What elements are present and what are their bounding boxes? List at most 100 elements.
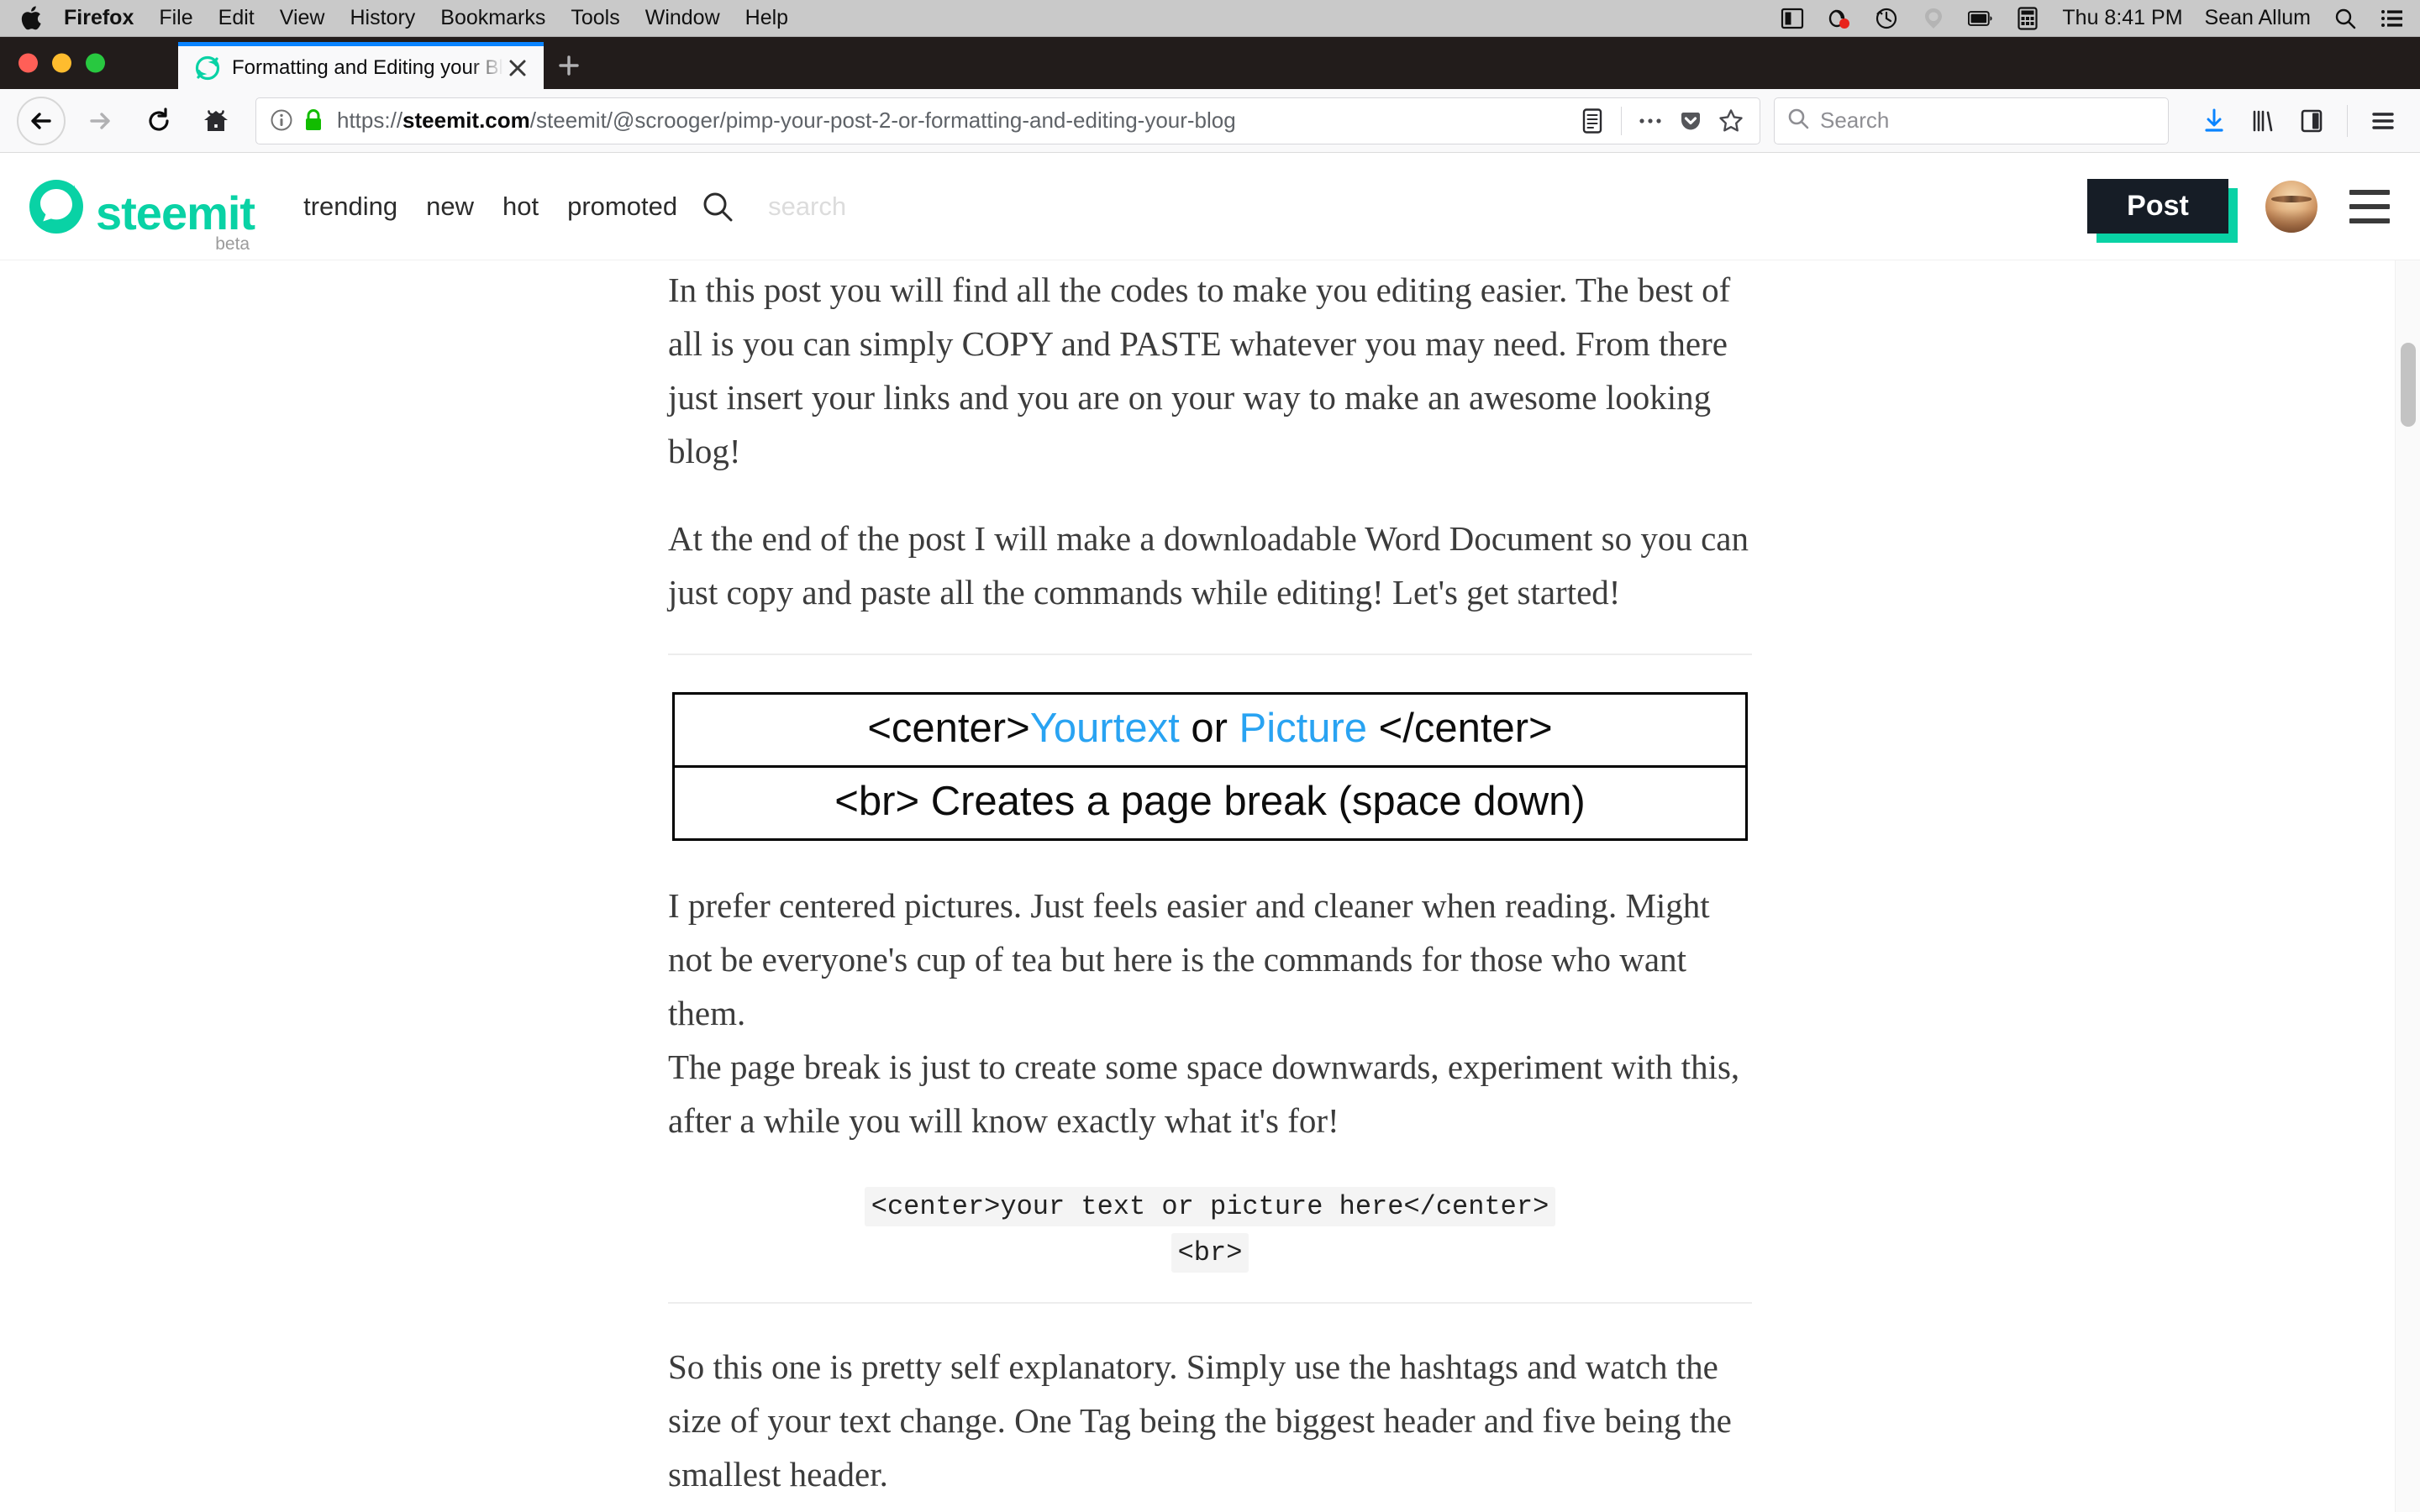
steemit-search-input[interactable]: search <box>768 192 846 222</box>
code-highlight-yourtext: Yourtext <box>1029 705 1180 751</box>
table-row: <center>Yourtext or Picture </center> <box>672 691 1748 768</box>
code-highlight-picture: Picture <box>1239 705 1368 751</box>
window-controls <box>18 53 105 73</box>
search-icon[interactable] <box>2333 6 2358 31</box>
url-scheme: https:// <box>337 108 403 133</box>
divider-1 <box>668 653 1752 655</box>
browser-tab-title: Formatting and Editing your Blo <box>232 55 503 79</box>
burger-line-2 <box>2349 203 2390 209</box>
display-mirroring-icon[interactable] <box>1780 6 1805 31</box>
url-text[interactable]: https://steemit.com/steemit/@scrooger/pi… <box>337 108 1572 134</box>
apple-logo-icon[interactable] <box>20 5 42 31</box>
menu-item-help[interactable]: Help <box>745 8 788 29</box>
record-dot-icon[interactable] <box>1827 6 1852 31</box>
menubar-username[interactable]: Sean Allum <box>2205 6 2311 30</box>
steemit-brand[interactable]: steemit beta <box>27 177 255 254</box>
steemit-brand-name: steemit <box>96 186 255 240</box>
article-body: In this post you will find all the codes… <box>668 260 1752 1502</box>
forward-button[interactable] <box>76 97 124 145</box>
steemit-beta-label: beta <box>215 234 250 254</box>
download-arrow-icon[interactable] <box>2194 101 2234 141</box>
nav-item-new[interactable]: new <box>426 192 474 222</box>
browser-nav-toolbar: https://steemit.com/steemit/@scrooger/pi… <box>0 89 2420 153</box>
window-minimize-button[interactable] <box>52 53 71 73</box>
page-viewport: In this post you will find all the codes… <box>0 260 2420 1512</box>
menu-item-history[interactable]: History <box>350 8 416 29</box>
menubar-tray: Thu 8:41 PM Sean Allum <box>1780 6 2405 31</box>
menu-item-firefox[interactable]: Firefox <box>64 8 134 29</box>
sidebar-icon[interactable] <box>2291 101 2332 141</box>
table-row: <br> Creates a page break (space down) <box>672 764 1748 841</box>
code-text-center: <center>your text or picture here</cente… <box>864 1187 1556 1227</box>
toolbar-divider <box>2347 104 2348 137</box>
info-circle-icon[interactable] <box>270 108 295 134</box>
window-zoom-button[interactable] <box>86 53 105 73</box>
code-part-3: </center> <box>1367 705 1553 751</box>
ellipsis-icon[interactable] <box>1630 101 1670 141</box>
browser-toolbar-right <box>2186 101 2403 141</box>
avatar-shading <box>2265 208 2317 233</box>
pocket-icon[interactable] <box>1670 101 1711 141</box>
reload-icon <box>149 107 169 131</box>
list-menu-icon[interactable] <box>2380 6 2405 31</box>
battery-icon[interactable] <box>1968 6 1993 31</box>
arrow-right-icon <box>90 112 110 129</box>
home-button[interactable] <box>192 97 240 145</box>
hamburger-menu-icon[interactable] <box>2363 101 2403 141</box>
url-actions-divider <box>1621 106 1622 135</box>
menubar-clock[interactable]: Thu 8:41 PM <box>2062 6 2182 30</box>
reader-view-icon[interactable] <box>1572 101 1612 141</box>
menu-item-bookmarks[interactable]: Bookmarks <box>440 8 545 29</box>
library-icon[interactable] <box>2243 101 2283 141</box>
post-button[interactable]: Post <box>2087 179 2228 234</box>
code-text-br: <br> <box>1171 1233 1249 1273</box>
code-part-1: <center> <box>867 705 1030 751</box>
dropbox-icon[interactable] <box>1921 6 1946 31</box>
reload-button[interactable] <box>134 97 183 145</box>
code-snippet-line: <center>your text or picture here</cente… <box>668 1187 1752 1227</box>
page-scrollbar[interactable] <box>2395 260 2420 1512</box>
browser-tab-active[interactable]: Formatting and Editing your Blo <box>178 42 544 89</box>
calculator-icon[interactable] <box>2015 6 2040 31</box>
menu-item-view[interactable]: View <box>280 8 325 29</box>
steemit-nav: trending new hot promoted <box>303 192 677 222</box>
nav-item-trending[interactable]: trending <box>303 192 397 222</box>
steemit-logo-icon <box>27 177 86 236</box>
article-paragraph-4: The page break is just to create some sp… <box>668 1047 1740 1140</box>
menu-item-edit[interactable]: Edit <box>218 8 255 29</box>
avatar-detail <box>2271 196 2312 202</box>
nav-item-promoted[interactable]: promoted <box>567 192 677 222</box>
nav-item-hot[interactable]: hot <box>502 192 539 222</box>
home-icon <box>204 109 228 131</box>
article-paragraph-3: I prefer centered pictures. Just feels e… <box>668 885 1710 1032</box>
close-icon[interactable] <box>503 54 532 82</box>
plus-icon <box>559 55 579 76</box>
url-bar[interactable]: https://steemit.com/steemit/@scrooger/pi… <box>255 97 1760 144</box>
search-icon[interactable] <box>701 190 734 223</box>
menu-item-window[interactable]: Window <box>645 8 720 29</box>
url-path: /steemit/@scrooger/pimp-your-post-2-or-f… <box>529 108 1236 133</box>
browser-search-bar[interactable]: Search <box>1774 97 2169 144</box>
time-machine-icon[interactable] <box>1874 6 1899 31</box>
divider-2 <box>668 1302 1752 1305</box>
scrollbar-thumb[interactable] <box>2401 343 2416 427</box>
avatar[interactable] <box>2265 180 2317 233</box>
browser-tab-strip: Formatting and Editing your Blo <box>0 37 2420 89</box>
new-tab-button[interactable] <box>544 42 594 89</box>
url-domain: steemit.com <box>402 108 530 133</box>
url-bar-actions <box>1572 101 1751 141</box>
code-snippet-block: <center>your text or picture here</cente… <box>668 1187 1752 1273</box>
lock-icon[interactable] <box>303 108 325 134</box>
star-icon[interactable] <box>1711 101 1751 141</box>
menu-item-file[interactable]: File <box>159 8 192 29</box>
window-close-button[interactable] <box>18 53 38 73</box>
hamburger-menu-icon[interactable] <box>2349 189 2390 223</box>
back-button[interactable] <box>17 96 66 145</box>
post-button-wrap: Post <box>2087 179 2238 243</box>
steemit-site-header: steemit beta trending new hot promoted s… <box>0 153 2420 260</box>
code-snippet-line: <br> <box>668 1233 1752 1273</box>
menu-item-tools[interactable]: Tools <box>571 8 619 29</box>
code-part-2: or <box>1179 705 1239 751</box>
table-cell-center-tag: <center>Yourtext or Picture </center> <box>672 691 1748 768</box>
table-cell-br-tag: <br> Creates a page break (space down) <box>672 764 1748 841</box>
